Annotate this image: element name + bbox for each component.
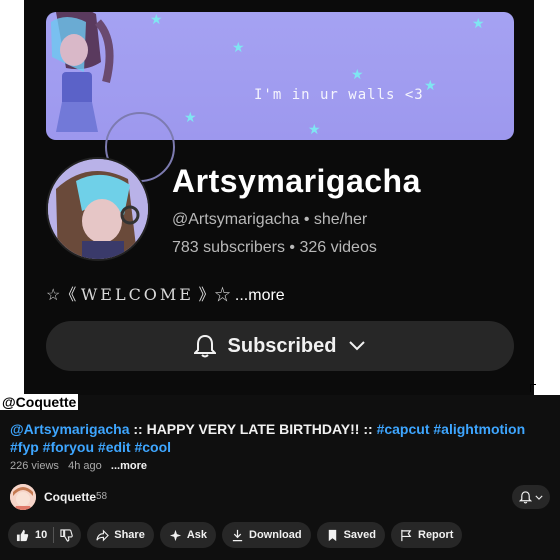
subscribed-label: Subscribed	[227, 334, 337, 357]
view-count: 226 views	[10, 460, 59, 472]
bookmark-icon	[328, 529, 336, 541]
like-count: 10	[35, 529, 48, 541]
upload-time: 4h ago	[68, 460, 102, 472]
title-mention-link[interactable]: @Artsymarigacha	[10, 421, 129, 437]
channel-description: ☆《 WELCOME 》☆ ...more	[46, 281, 285, 305]
video-player[interactable]: ★ ★ ★ ★ ★ ★ ★ I'm in ur walls <3 Artsyma…	[0, 0, 560, 395]
share-label: Share	[114, 529, 145, 541]
channel-avatar[interactable]	[10, 484, 36, 510]
description-more-link: ...more	[234, 287, 285, 304]
save-label: Saved	[343, 529, 376, 541]
description-more-button[interactable]: ...more	[111, 460, 147, 472]
subscriber-count: 783 subscribers	[172, 239, 285, 256]
divider	[53, 527, 55, 543]
ask-button[interactable]: Ask	[159, 522, 217, 548]
channel-row: Coquette 58	[10, 484, 550, 512]
star-icon: ★	[424, 77, 437, 93]
star-icon: ★	[308, 121, 321, 137]
download-icon	[232, 529, 243, 541]
channel-handle-line: @Artsymarigacha • she/her	[172, 211, 367, 229]
star-icon: ★	[184, 109, 197, 125]
bell-icon	[519, 490, 532, 503]
star-icon: ★	[351, 66, 364, 82]
channel-name-large: Artsymarigacha	[172, 163, 421, 199]
thumbs-down-icon[interactable]	[60, 528, 74, 542]
channel-stats-line: 783 subscribers • 326 videos	[172, 239, 377, 257]
star-icon: ★	[150, 12, 163, 27]
video-count: 326 videos	[299, 239, 377, 256]
channel-pronouns: she/her	[313, 211, 368, 228]
share-icon	[96, 529, 110, 541]
welcome-prefix: ☆《	[46, 287, 77, 304]
video-meta[interactable]: 226 views 4h ago ...more	[10, 460, 147, 472]
channel-name[interactable]: Coquette	[44, 490, 96, 504]
like-button[interactable]: 10	[16, 529, 47, 542]
ask-label: Ask	[186, 529, 208, 541]
channel-avatar-large	[46, 157, 150, 261]
flag-icon	[401, 529, 412, 541]
banner-text: I'm in ur walls <3	[254, 87, 424, 103]
fullscreen-corner-icon	[530, 384, 536, 392]
subscribed-button-in-video: Subscribed	[46, 321, 514, 371]
chevron-down-icon	[349, 341, 366, 351]
report-label: Report	[418, 529, 454, 541]
thumbs-up-icon	[16, 529, 29, 541]
chevron-down-icon	[535, 495, 543, 500]
video-title[interactable]: @Artsymarigacha :: HAPPY VERY LATE BIRTH…	[10, 420, 550, 456]
star-icon: ★	[472, 15, 485, 31]
video-watermark: @Coquette	[0, 394, 79, 410]
download-label: Download	[249, 529, 302, 541]
star-icon: ★	[232, 39, 245, 55]
report-button[interactable]: Report	[391, 522, 463, 548]
separator-dot: •	[289, 239, 300, 256]
notification-bell-button[interactable]	[512, 485, 550, 509]
share-button[interactable]: Share	[87, 522, 154, 548]
channel-handle: @Artsymarigacha	[172, 211, 300, 228]
title-text: :: HAPPY VERY LATE BIRTHDAY!! ::	[129, 421, 377, 437]
screen: ★ ★ ★ ★ ★ ★ ★ I'm in ur walls <3 Artsyma…	[0, 0, 560, 560]
welcome-word: WELCOME	[80, 285, 194, 304]
separator-dot: •	[303, 211, 314, 228]
save-button[interactable]: Saved	[316, 522, 385, 548]
action-bar: 10 Share Ask Download Saved Report	[8, 522, 463, 548]
download-button[interactable]: Download	[222, 522, 311, 548]
sparkle-icon	[169, 529, 181, 541]
banner-character-illustration	[51, 12, 114, 132]
video-info-section: @Artsymarigacha :: HAPPY VERY LATE BIRTH…	[0, 410, 560, 560]
welcome-suffix: 》☆	[198, 287, 231, 304]
bell-icon	[193, 334, 216, 358]
like-dislike-group: 10	[8, 522, 82, 548]
channel-subscriber-count: 58	[96, 491, 108, 502]
